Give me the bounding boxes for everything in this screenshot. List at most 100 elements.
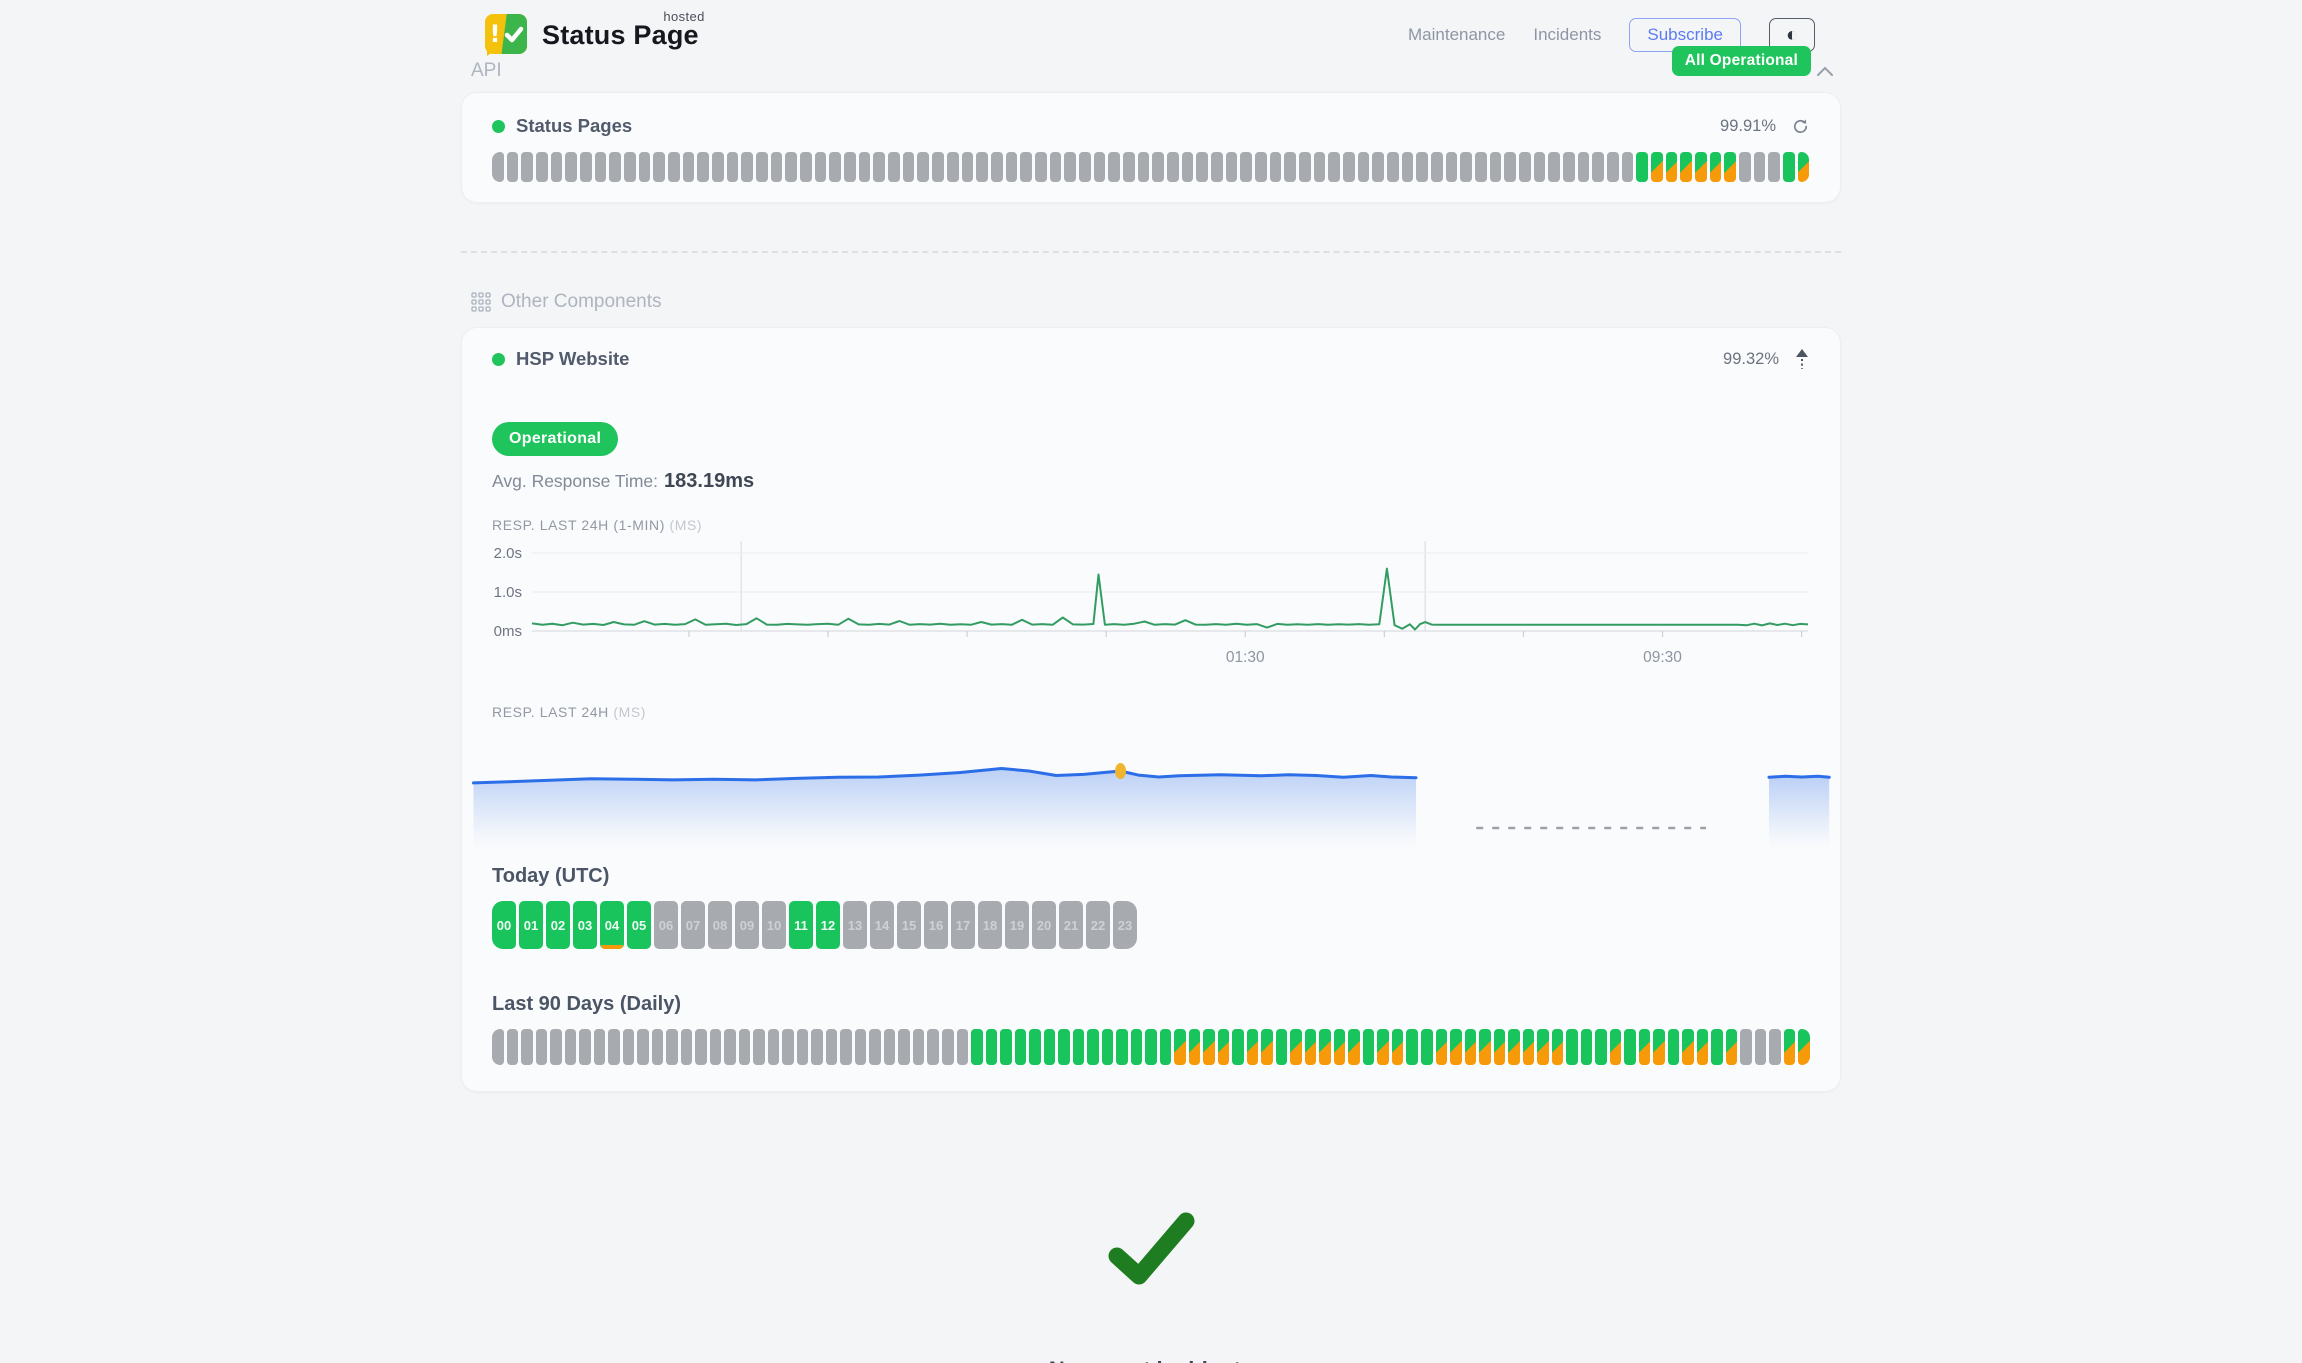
history-bar-na bbox=[1740, 1029, 1752, 1065]
history-bar-na bbox=[741, 152, 753, 182]
hour-box-13: 13 bbox=[843, 901, 867, 949]
history-bar-na bbox=[594, 1029, 606, 1065]
history-bar-na bbox=[652, 1029, 664, 1065]
history-bar-na bbox=[913, 1029, 925, 1065]
history-bar-up bbox=[1406, 1029, 1418, 1065]
history-bar-na bbox=[869, 1029, 881, 1065]
chart1-label: RESP. LAST 24H (1-MIN) (MS) bbox=[492, 517, 1810, 533]
history-bar-na bbox=[829, 152, 841, 182]
history-bar-deg bbox=[1610, 1029, 1622, 1065]
component-row-hsp-website[interactable]: HSP Website 99.32% bbox=[492, 348, 1810, 370]
history-bar-deg bbox=[1290, 1029, 1302, 1065]
history-bar-na bbox=[932, 152, 944, 182]
history-bar-deg bbox=[1710, 152, 1722, 182]
history-bar-up bbox=[1029, 1029, 1041, 1065]
history-bar-deg bbox=[1651, 152, 1663, 182]
history-bar-deg bbox=[1203, 1029, 1215, 1065]
history-bar-na bbox=[1460, 152, 1472, 182]
component-row-status-pages[interactable]: Status Pages 99.91% bbox=[492, 115, 1810, 137]
history-bar-na bbox=[724, 1029, 736, 1065]
chevron-up-icon[interactable] bbox=[1815, 64, 1835, 78]
history-bar-na bbox=[492, 1029, 504, 1065]
hour-box-09: 09 bbox=[735, 901, 759, 949]
history-bar-na bbox=[840, 1029, 852, 1065]
history-bar-na bbox=[1152, 152, 1164, 182]
history-bar-up bbox=[1363, 1029, 1375, 1065]
history-bar-na bbox=[1006, 152, 1018, 182]
history-bar-na bbox=[1050, 152, 1062, 182]
history-bar-deg bbox=[1319, 1029, 1331, 1065]
history-bar-na bbox=[1094, 152, 1106, 182]
status-dot bbox=[492, 353, 505, 366]
check-icon bbox=[1101, 1210, 1201, 1290]
history-bar-na bbox=[1358, 152, 1370, 182]
history-bar-deg bbox=[1436, 1029, 1448, 1065]
component-name: HSP Website bbox=[516, 348, 629, 370]
history-bar-deg bbox=[1523, 1029, 1535, 1065]
refresh-icon[interactable] bbox=[1791, 117, 1810, 136]
brand-name: Status Page hosted bbox=[542, 20, 699, 51]
nav-maintenance[interactable]: Maintenance bbox=[1408, 25, 1505, 45]
history-bar-up bbox=[1058, 1029, 1070, 1065]
other-section-header: Other Components bbox=[461, 291, 1841, 313]
history-bar-na bbox=[855, 1029, 867, 1065]
history-bar-up bbox=[1073, 1029, 1085, 1065]
history-bar-deg bbox=[1552, 1029, 1564, 1065]
history-bar-na bbox=[844, 152, 856, 182]
history-bar-na bbox=[1622, 152, 1634, 182]
component-card: HSP Website 99.32% Operational Avg. Resp… bbox=[461, 327, 1841, 1092]
brand-logo[interactable]: ! Status Page hosted bbox=[483, 12, 699, 58]
hour-box-21: 21 bbox=[1059, 901, 1083, 949]
svg-text:0ms: 0ms bbox=[494, 623, 522, 640]
history-bar-na bbox=[1563, 152, 1575, 182]
nav-incidents[interactable]: Incidents bbox=[1533, 25, 1601, 45]
history-bar-na bbox=[917, 152, 929, 182]
history-bar-na bbox=[624, 152, 636, 182]
history-bar-deg bbox=[1261, 1029, 1273, 1065]
history-bar-na bbox=[1607, 152, 1619, 182]
uptime-percent: 99.32% bbox=[1723, 350, 1779, 369]
history-bar-na bbox=[1108, 152, 1120, 182]
component-name: Status Pages bbox=[516, 115, 632, 137]
history-bar-na bbox=[800, 152, 812, 182]
history-bar-deg bbox=[1726, 1029, 1738, 1065]
history-bar-up bbox=[986, 1029, 998, 1065]
other-section-title: Other Components bbox=[501, 291, 662, 313]
history-bar-deg bbox=[1218, 1029, 1230, 1065]
history-bar-na bbox=[785, 152, 797, 182]
history-bar-up bbox=[1624, 1029, 1636, 1065]
history-bar-na bbox=[521, 1029, 533, 1065]
avg-response-label: Avg. Response Time: bbox=[492, 471, 658, 491]
history-bar-na bbox=[683, 152, 695, 182]
history-bar-deg bbox=[1247, 1029, 1259, 1065]
history-bar-na bbox=[962, 152, 974, 182]
last90-title: Last 90 Days (Daily) bbox=[492, 993, 1810, 1016]
hour-box-02: 02 bbox=[546, 901, 570, 949]
history-bar-up bbox=[1711, 1029, 1723, 1065]
collapse-arrow-icon[interactable] bbox=[1794, 348, 1810, 370]
history-bar-na bbox=[550, 1029, 562, 1065]
history-bar-na bbox=[1196, 152, 1208, 182]
history-bar-na bbox=[756, 152, 768, 182]
history-bar-deg bbox=[1680, 152, 1692, 182]
hour-box-12: 12 bbox=[816, 901, 840, 949]
hour-box-03: 03 bbox=[573, 901, 597, 949]
history-bar-na bbox=[697, 152, 709, 182]
history-bar-na bbox=[1284, 152, 1296, 182]
history-bar-up bbox=[1087, 1029, 1099, 1065]
history-bar-deg bbox=[1724, 152, 1736, 182]
hour-box-20: 20 bbox=[1032, 901, 1056, 949]
history-bar-up bbox=[1102, 1029, 1114, 1065]
history-bar-na bbox=[1387, 152, 1399, 182]
history-bar-up bbox=[1276, 1029, 1288, 1065]
history-bar-up bbox=[1668, 1029, 1680, 1065]
history-bar-na bbox=[1754, 152, 1766, 182]
history-bar-up bbox=[1160, 1029, 1172, 1065]
history-bar-na bbox=[947, 152, 959, 182]
hour-box-04: 04 bbox=[600, 901, 624, 949]
avg-response-value: 183.19ms bbox=[664, 470, 754, 492]
history-bar-na bbox=[1255, 152, 1267, 182]
history-bar-na bbox=[1769, 1029, 1781, 1065]
history-bar-na bbox=[976, 152, 988, 182]
history-bar-deg bbox=[1348, 1029, 1360, 1065]
